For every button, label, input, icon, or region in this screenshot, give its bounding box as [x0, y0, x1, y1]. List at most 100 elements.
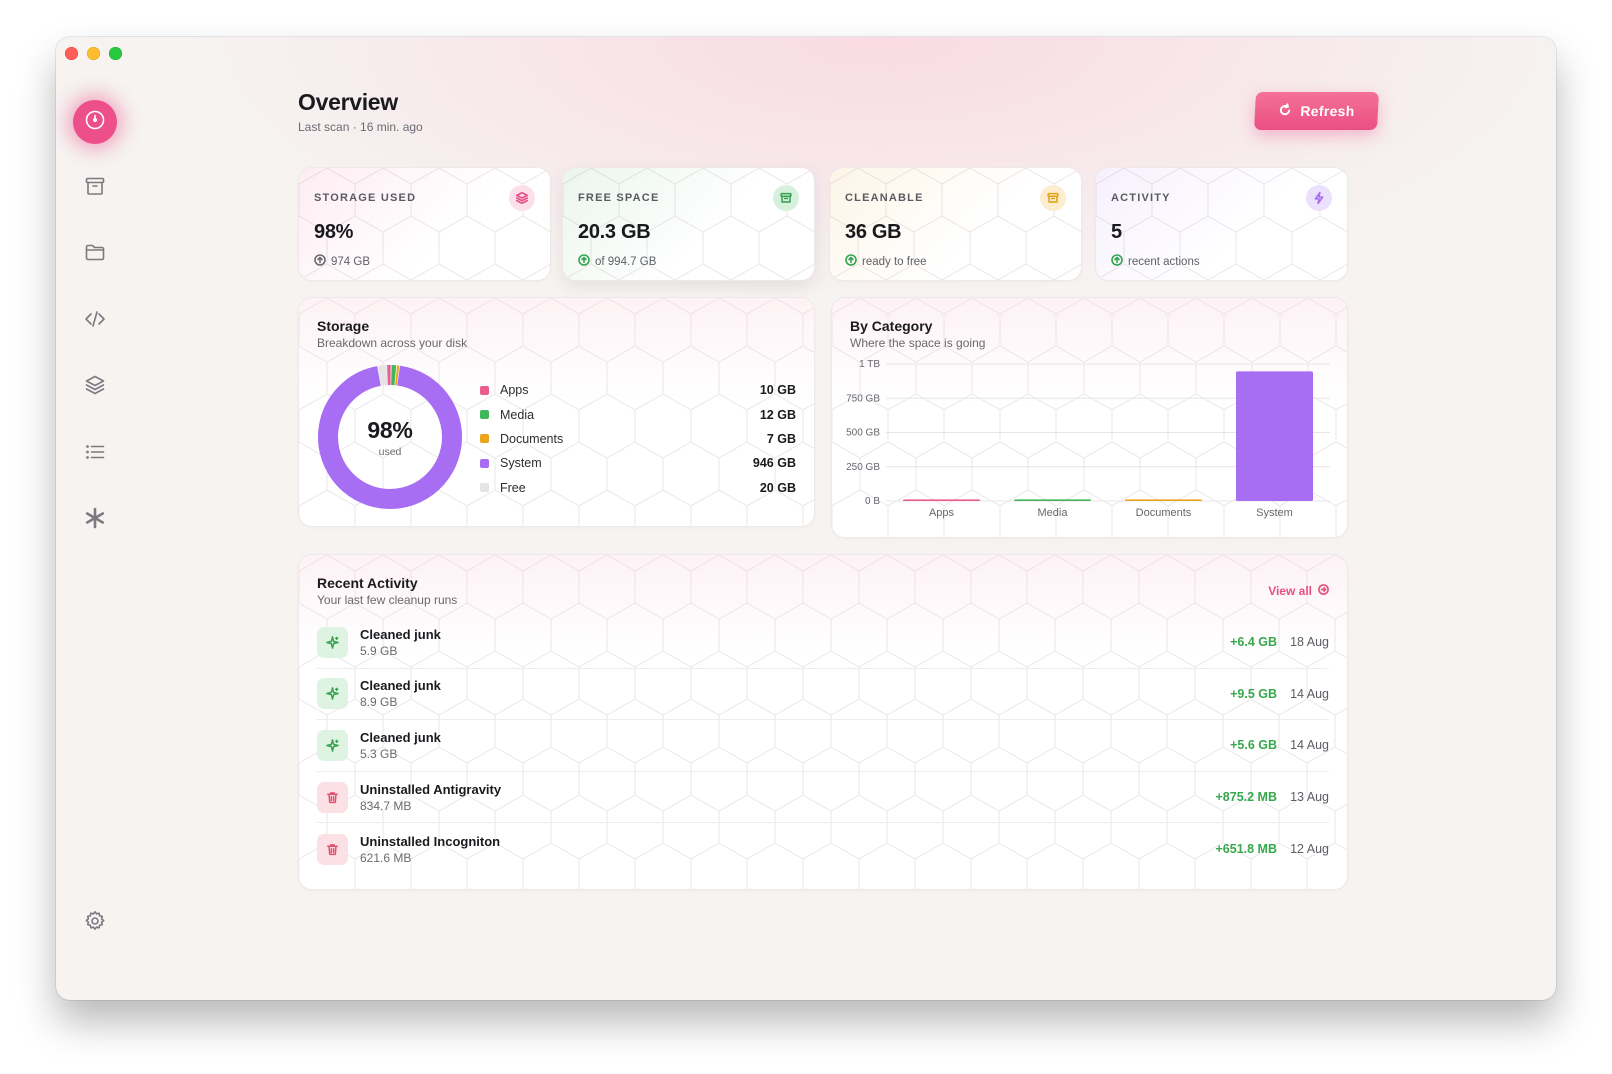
recent-activity-panel: Recent Activity Your last few cleanup ru…: [298, 554, 1348, 890]
main-content: Overview Last scan · 16 min. ago Refresh…: [296, 37, 1379, 1000]
y-tick-label: 0 B: [865, 496, 880, 507]
folder-icon: [83, 240, 107, 269]
activity-size: 8.9 GB: [360, 695, 398, 710]
gear-icon: [83, 909, 107, 938]
app-window: Overview Last scan · 16 min. ago Refresh…: [56, 37, 1556, 1000]
activity-text: Cleaned junk 8.9 GB: [360, 678, 1230, 709]
storage-legend: Apps 10 GB Media 12 GB Documents 7 GB Sy…: [480, 378, 796, 500]
activity-row[interactable]: Cleaned junk 5.3 GB +5.6 GB 14 Aug: [317, 720, 1329, 772]
sidebar-item-settings[interactable]: [73, 901, 117, 945]
layers-icon: [509, 185, 535, 211]
gauge-icon: [83, 108, 107, 137]
legend-item: Documents 7 GB: [480, 427, 796, 451]
activity-text: Cleaned junk 5.3 GB: [360, 730, 1230, 761]
legend-name: Media: [500, 407, 535, 422]
arrow-up-circle-icon: [1111, 254, 1123, 269]
activity-title: Uninstalled Antigravity: [360, 781, 502, 797]
x-tick-label: Media: [1038, 507, 1069, 519]
legend-item: Media 12 GB: [480, 402, 796, 426]
legend-swatch: [480, 483, 489, 493]
sidebar-item-dashboard[interactable]: [73, 100, 117, 144]
code-icon: [83, 307, 107, 336]
category-bar-chart: 0 B 250 GB 500 GB 750 GB 1 TB Apps Media Docume…: [846, 359, 1330, 519]
x-tick-label: Documents: [1136, 507, 1192, 519]
activity-title: Cleaned junk: [360, 678, 441, 694]
legend-value: 20 GB: [759, 480, 796, 495]
legend-name: Apps: [500, 383, 529, 398]
activity-size: 5.3 GB: [360, 746, 398, 761]
stat-value: 20.3 GB: [578, 221, 651, 243]
activity-text: Uninstalled Incogniton 621.6 MB: [360, 834, 1216, 865]
activity-title: Cleaned junk: [360, 729, 441, 745]
sparkle-icon: [317, 678, 348, 710]
activity-size: 834.7 MB: [360, 798, 412, 813]
activity-gain: +5.6 GB: [1230, 738, 1277, 753]
stat-card-cleanable: CLEANABLE 36 GB ready to free: [829, 167, 1082, 281]
sidebar-item-list[interactable]: [73, 432, 117, 476]
legend-value: 12 GB: [759, 407, 796, 422]
bar-documents: [1125, 499, 1202, 501]
bar-system: [1236, 371, 1313, 501]
legend-name: System: [500, 456, 542, 471]
stat-label: CLEANABLE: [845, 192, 924, 204]
activity-row[interactable]: Cleaned junk 5.9 GB +6.4 GB 18 Aug: [317, 617, 1329, 669]
archive-icon: [83, 174, 107, 203]
last-scan-text: Last scan · 16 min. ago: [298, 120, 423, 134]
x-tick-label: System: [1256, 507, 1293, 519]
sidebar-item-layers[interactable]: [73, 365, 117, 409]
stat-sub-text: ready to free: [862, 255, 927, 268]
activity-date: 14 Aug: [1290, 686, 1329, 701]
activity-row[interactable]: Uninstalled Incogniton 621.6 MB +651.8 MB 1…: [317, 823, 1329, 875]
view-all-label: View all: [1268, 584, 1312, 598]
legend-name: Documents: [500, 431, 564, 446]
x-tick-label: Apps: [929, 507, 955, 519]
y-tick-label: 500 GB: [846, 428, 880, 439]
activity-row[interactable]: Uninstalled Antigravity 834.7 MB +875.2 MB…: [317, 772, 1329, 824]
stat-card-storage-used: STORAGE USED 98% 974 GB: [298, 167, 551, 281]
stat-sub-text: of 994.7 GB: [595, 255, 657, 268]
y-tick-label: 750 GB: [846, 393, 880, 404]
sidebar-item-folders[interactable]: [73, 232, 117, 276]
storage-donut-chart: 98% used: [317, 364, 463, 510]
arrow-up-circle-icon: [578, 254, 590, 269]
archive-icon: [773, 185, 799, 211]
view-all-link[interactable]: View all: [1268, 584, 1329, 598]
stat-label: ACTIVITY: [1111, 192, 1171, 204]
activity-title: Cleaned junk: [360, 626, 441, 642]
stat-card-free-space: FREE SPACE 20.3 GB of 994.7 GB: [562, 167, 815, 281]
legend-swatch: [480, 434, 489, 444]
legend-value: 946 GB: [752, 456, 796, 471]
donut-caption: used: [378, 445, 402, 458]
sidebar-item-developer[interactable]: [73, 299, 117, 343]
legend-swatch: [480, 410, 489, 420]
refresh-button[interactable]: Refresh: [1254, 92, 1379, 130]
legend-swatch: [480, 385, 489, 395]
activity-date: 12 Aug: [1290, 842, 1329, 857]
arrow-up-circle-icon: [314, 254, 326, 269]
list-icon: [83, 440, 107, 469]
archive-icon: [1040, 185, 1066, 211]
activity-title: Recent Activity: [317, 575, 418, 591]
bar-apps: [903, 499, 980, 501]
legend-item: Apps 10 GB: [480, 378, 796, 402]
legend-value: 10 GB: [759, 383, 796, 398]
legend-value: 7 GB: [766, 431, 796, 446]
stat-label: STORAGE USED: [314, 192, 417, 204]
page-title: Overview: [298, 89, 398, 115]
refresh-icon: [1278, 102, 1293, 120]
sparkle-icon: [317, 626, 348, 658]
stat-sub-text: 974 GB: [331, 255, 370, 268]
activity-row[interactable]: Cleaned junk 8.9 GB +9.5 GB 14 Aug: [317, 669, 1329, 721]
arrow-up-circle-icon: [845, 254, 857, 269]
storage-subtitle: Breakdown across your disk: [317, 336, 468, 350]
legend-name: Free: [500, 480, 526, 495]
stat-sub-text: recent actions: [1128, 255, 1200, 268]
activity-date: 18 Aug: [1290, 635, 1329, 650]
asterisk-icon: [83, 506, 107, 535]
activity-gain: +9.5 GB: [1230, 686, 1277, 701]
storage-panel: Storage Breakdown across your disk 98% u…: [298, 297, 815, 527]
category-panel: By Category Where the space is going 0 B…: [831, 297, 1348, 538]
sidebar-item-archive[interactable]: [73, 166, 117, 210]
sidebar-item-extras[interactable]: [73, 498, 117, 542]
stat-value: 5: [1111, 221, 1122, 243]
